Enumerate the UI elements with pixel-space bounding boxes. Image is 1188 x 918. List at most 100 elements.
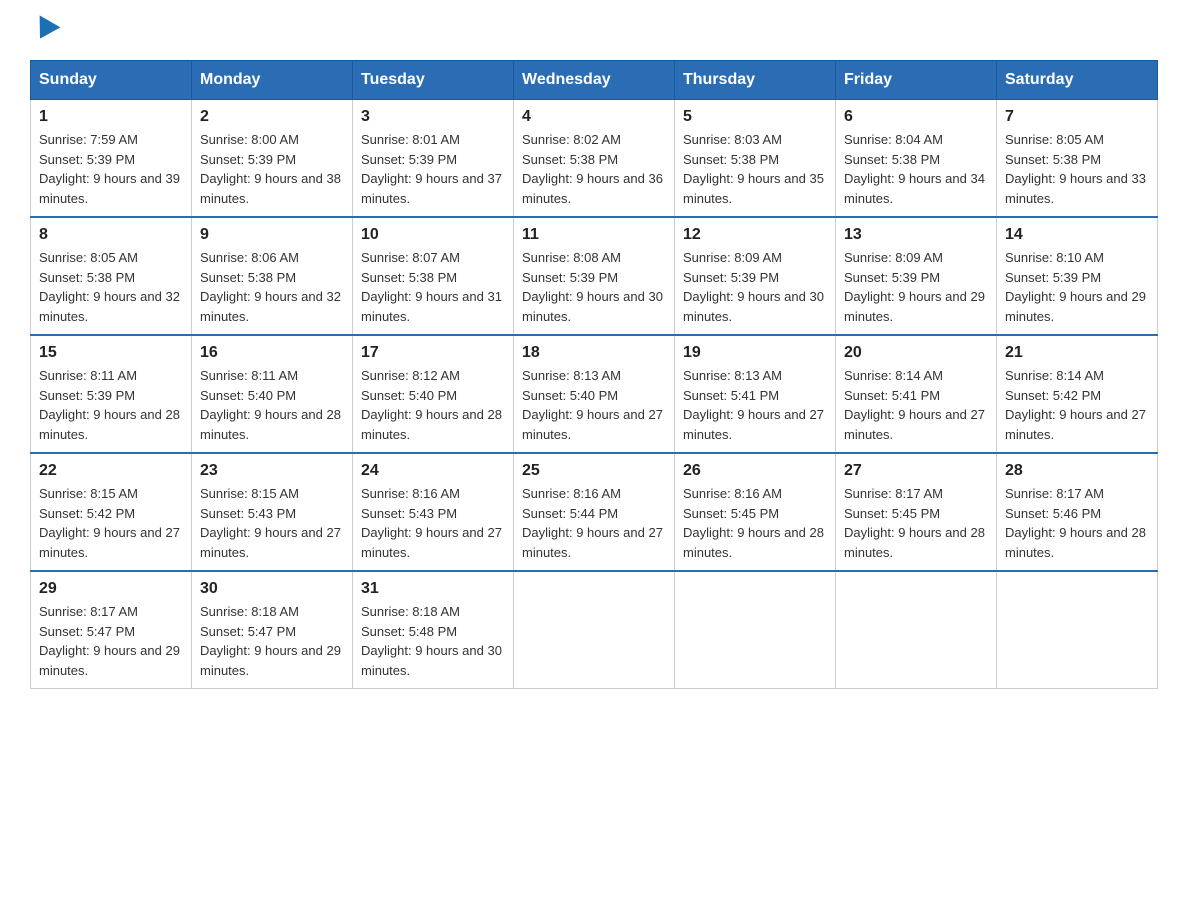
calendar-cell: 26 Sunrise: 8:16 AMSunset: 5:45 PMDaylig…	[675, 453, 836, 571]
calendar-header-row: SundayMondayTuesdayWednesdayThursdayFrid…	[31, 61, 1158, 100]
day-info: Sunrise: 8:15 AMSunset: 5:42 PMDaylight:…	[39, 486, 180, 560]
day-info: Sunrise: 8:00 AMSunset: 5:39 PMDaylight:…	[200, 132, 341, 206]
day-number: 17	[361, 344, 505, 362]
calendar-cell: 31 Sunrise: 8:18 AMSunset: 5:48 PMDaylig…	[353, 571, 514, 689]
day-info: Sunrise: 8:11 AMSunset: 5:39 PMDaylight:…	[39, 368, 180, 442]
weekday-header-thursday: Thursday	[675, 61, 836, 100]
calendar-cell: 1 Sunrise: 7:59 AMSunset: 5:39 PMDayligh…	[31, 100, 192, 218]
day-info: Sunrise: 8:05 AMSunset: 5:38 PMDaylight:…	[39, 250, 180, 324]
day-info: Sunrise: 8:09 AMSunset: 5:39 PMDaylight:…	[683, 250, 824, 324]
calendar-cell: 12 Sunrise: 8:09 AMSunset: 5:39 PMDaylig…	[675, 217, 836, 335]
calendar-cell: 25 Sunrise: 8:16 AMSunset: 5:44 PMDaylig…	[514, 453, 675, 571]
calendar-week-row: 1 Sunrise: 7:59 AMSunset: 5:39 PMDayligh…	[31, 100, 1158, 218]
day-info: Sunrise: 8:17 AMSunset: 5:47 PMDaylight:…	[39, 604, 180, 678]
logo	[30, 20, 60, 40]
calendar-week-row: 29 Sunrise: 8:17 AMSunset: 5:47 PMDaylig…	[31, 571, 1158, 689]
day-info: Sunrise: 8:11 AMSunset: 5:40 PMDaylight:…	[200, 368, 341, 442]
day-info: Sunrise: 8:06 AMSunset: 5:38 PMDaylight:…	[200, 250, 341, 324]
day-number: 23	[200, 462, 344, 480]
calendar-cell: 11 Sunrise: 8:08 AMSunset: 5:39 PMDaylig…	[514, 217, 675, 335]
calendar-cell	[997, 571, 1158, 689]
day-info: Sunrise: 8:02 AMSunset: 5:38 PMDaylight:…	[522, 132, 663, 206]
day-info: Sunrise: 8:07 AMSunset: 5:38 PMDaylight:…	[361, 250, 502, 324]
calendar-week-row: 15 Sunrise: 8:11 AMSunset: 5:39 PMDaylig…	[31, 335, 1158, 453]
day-info: Sunrise: 8:08 AMSunset: 5:39 PMDaylight:…	[522, 250, 663, 324]
day-info: Sunrise: 8:13 AMSunset: 5:41 PMDaylight:…	[683, 368, 824, 442]
calendar-cell: 15 Sunrise: 8:11 AMSunset: 5:39 PMDaylig…	[31, 335, 192, 453]
day-number: 18	[522, 344, 666, 362]
calendar-cell	[836, 571, 997, 689]
calendar-cell: 10 Sunrise: 8:07 AMSunset: 5:38 PMDaylig…	[353, 217, 514, 335]
day-info: Sunrise: 8:14 AMSunset: 5:42 PMDaylight:…	[1005, 368, 1146, 442]
calendar-cell: 13 Sunrise: 8:09 AMSunset: 5:39 PMDaylig…	[836, 217, 997, 335]
calendar-cell: 2 Sunrise: 8:00 AMSunset: 5:39 PMDayligh…	[192, 100, 353, 218]
day-info: Sunrise: 8:10 AMSunset: 5:39 PMDaylight:…	[1005, 250, 1146, 324]
calendar-cell: 27 Sunrise: 8:17 AMSunset: 5:45 PMDaylig…	[836, 453, 997, 571]
day-number: 24	[361, 462, 505, 480]
calendar-week-row: 8 Sunrise: 8:05 AMSunset: 5:38 PMDayligh…	[31, 217, 1158, 335]
day-number: 16	[200, 344, 344, 362]
calendar-cell: 22 Sunrise: 8:15 AMSunset: 5:42 PMDaylig…	[31, 453, 192, 571]
weekday-header-wednesday: Wednesday	[514, 61, 675, 100]
calendar-cell: 7 Sunrise: 8:05 AMSunset: 5:38 PMDayligh…	[997, 100, 1158, 218]
day-number: 11	[522, 226, 666, 244]
calendar-cell: 16 Sunrise: 8:11 AMSunset: 5:40 PMDaylig…	[192, 335, 353, 453]
logo-text	[30, 20, 60, 40]
day-number: 13	[844, 226, 988, 244]
calendar-cell: 23 Sunrise: 8:15 AMSunset: 5:43 PMDaylig…	[192, 453, 353, 571]
day-number: 19	[683, 344, 827, 362]
logo-triangle-icon	[30, 15, 61, 44]
day-info: Sunrise: 8:16 AMSunset: 5:43 PMDaylight:…	[361, 486, 502, 560]
day-number: 21	[1005, 344, 1149, 362]
day-info: Sunrise: 8:16 AMSunset: 5:44 PMDaylight:…	[522, 486, 663, 560]
calendar-cell: 3 Sunrise: 8:01 AMSunset: 5:39 PMDayligh…	[353, 100, 514, 218]
page-header	[30, 20, 1158, 40]
calendar-cell: 24 Sunrise: 8:16 AMSunset: 5:43 PMDaylig…	[353, 453, 514, 571]
weekday-header-tuesday: Tuesday	[353, 61, 514, 100]
day-info: Sunrise: 7:59 AMSunset: 5:39 PMDaylight:…	[39, 132, 180, 206]
day-number: 8	[39, 226, 183, 244]
day-info: Sunrise: 8:13 AMSunset: 5:40 PMDaylight:…	[522, 368, 663, 442]
day-number: 6	[844, 108, 988, 126]
day-info: Sunrise: 8:18 AMSunset: 5:48 PMDaylight:…	[361, 604, 502, 678]
day-number: 31	[361, 580, 505, 598]
calendar-cell: 8 Sunrise: 8:05 AMSunset: 5:38 PMDayligh…	[31, 217, 192, 335]
calendar-cell: 5 Sunrise: 8:03 AMSunset: 5:38 PMDayligh…	[675, 100, 836, 218]
day-info: Sunrise: 8:12 AMSunset: 5:40 PMDaylight:…	[361, 368, 502, 442]
day-number: 28	[1005, 462, 1149, 480]
weekday-header-monday: Monday	[192, 61, 353, 100]
calendar-cell: 30 Sunrise: 8:18 AMSunset: 5:47 PMDaylig…	[192, 571, 353, 689]
weekday-header-saturday: Saturday	[997, 61, 1158, 100]
calendar-cell: 6 Sunrise: 8:04 AMSunset: 5:38 PMDayligh…	[836, 100, 997, 218]
day-number: 10	[361, 226, 505, 244]
weekday-header-sunday: Sunday	[31, 61, 192, 100]
day-number: 2	[200, 108, 344, 126]
day-info: Sunrise: 8:18 AMSunset: 5:47 PMDaylight:…	[200, 604, 341, 678]
calendar-cell: 14 Sunrise: 8:10 AMSunset: 5:39 PMDaylig…	[997, 217, 1158, 335]
day-number: 29	[39, 580, 183, 598]
day-info: Sunrise: 8:17 AMSunset: 5:45 PMDaylight:…	[844, 486, 985, 560]
calendar-cell: 29 Sunrise: 8:17 AMSunset: 5:47 PMDaylig…	[31, 571, 192, 689]
day-number: 26	[683, 462, 827, 480]
day-info: Sunrise: 8:09 AMSunset: 5:39 PMDaylight:…	[844, 250, 985, 324]
calendar-cell: 18 Sunrise: 8:13 AMSunset: 5:40 PMDaylig…	[514, 335, 675, 453]
calendar-cell	[675, 571, 836, 689]
day-info: Sunrise: 8:03 AMSunset: 5:38 PMDaylight:…	[683, 132, 824, 206]
day-info: Sunrise: 8:15 AMSunset: 5:43 PMDaylight:…	[200, 486, 341, 560]
calendar-cell: 20 Sunrise: 8:14 AMSunset: 5:41 PMDaylig…	[836, 335, 997, 453]
calendar-cell: 17 Sunrise: 8:12 AMSunset: 5:40 PMDaylig…	[353, 335, 514, 453]
calendar-cell: 28 Sunrise: 8:17 AMSunset: 5:46 PMDaylig…	[997, 453, 1158, 571]
calendar-cell	[514, 571, 675, 689]
day-number: 1	[39, 108, 183, 126]
day-info: Sunrise: 8:16 AMSunset: 5:45 PMDaylight:…	[683, 486, 824, 560]
day-info: Sunrise: 8:05 AMSunset: 5:38 PMDaylight:…	[1005, 132, 1146, 206]
calendar-week-row: 22 Sunrise: 8:15 AMSunset: 5:42 PMDaylig…	[31, 453, 1158, 571]
calendar-cell: 21 Sunrise: 8:14 AMSunset: 5:42 PMDaylig…	[997, 335, 1158, 453]
day-number: 15	[39, 344, 183, 362]
day-info: Sunrise: 8:04 AMSunset: 5:38 PMDaylight:…	[844, 132, 985, 206]
day-number: 3	[361, 108, 505, 126]
day-info: Sunrise: 8:14 AMSunset: 5:41 PMDaylight:…	[844, 368, 985, 442]
day-number: 9	[200, 226, 344, 244]
day-number: 4	[522, 108, 666, 126]
day-info: Sunrise: 8:01 AMSunset: 5:39 PMDaylight:…	[361, 132, 502, 206]
